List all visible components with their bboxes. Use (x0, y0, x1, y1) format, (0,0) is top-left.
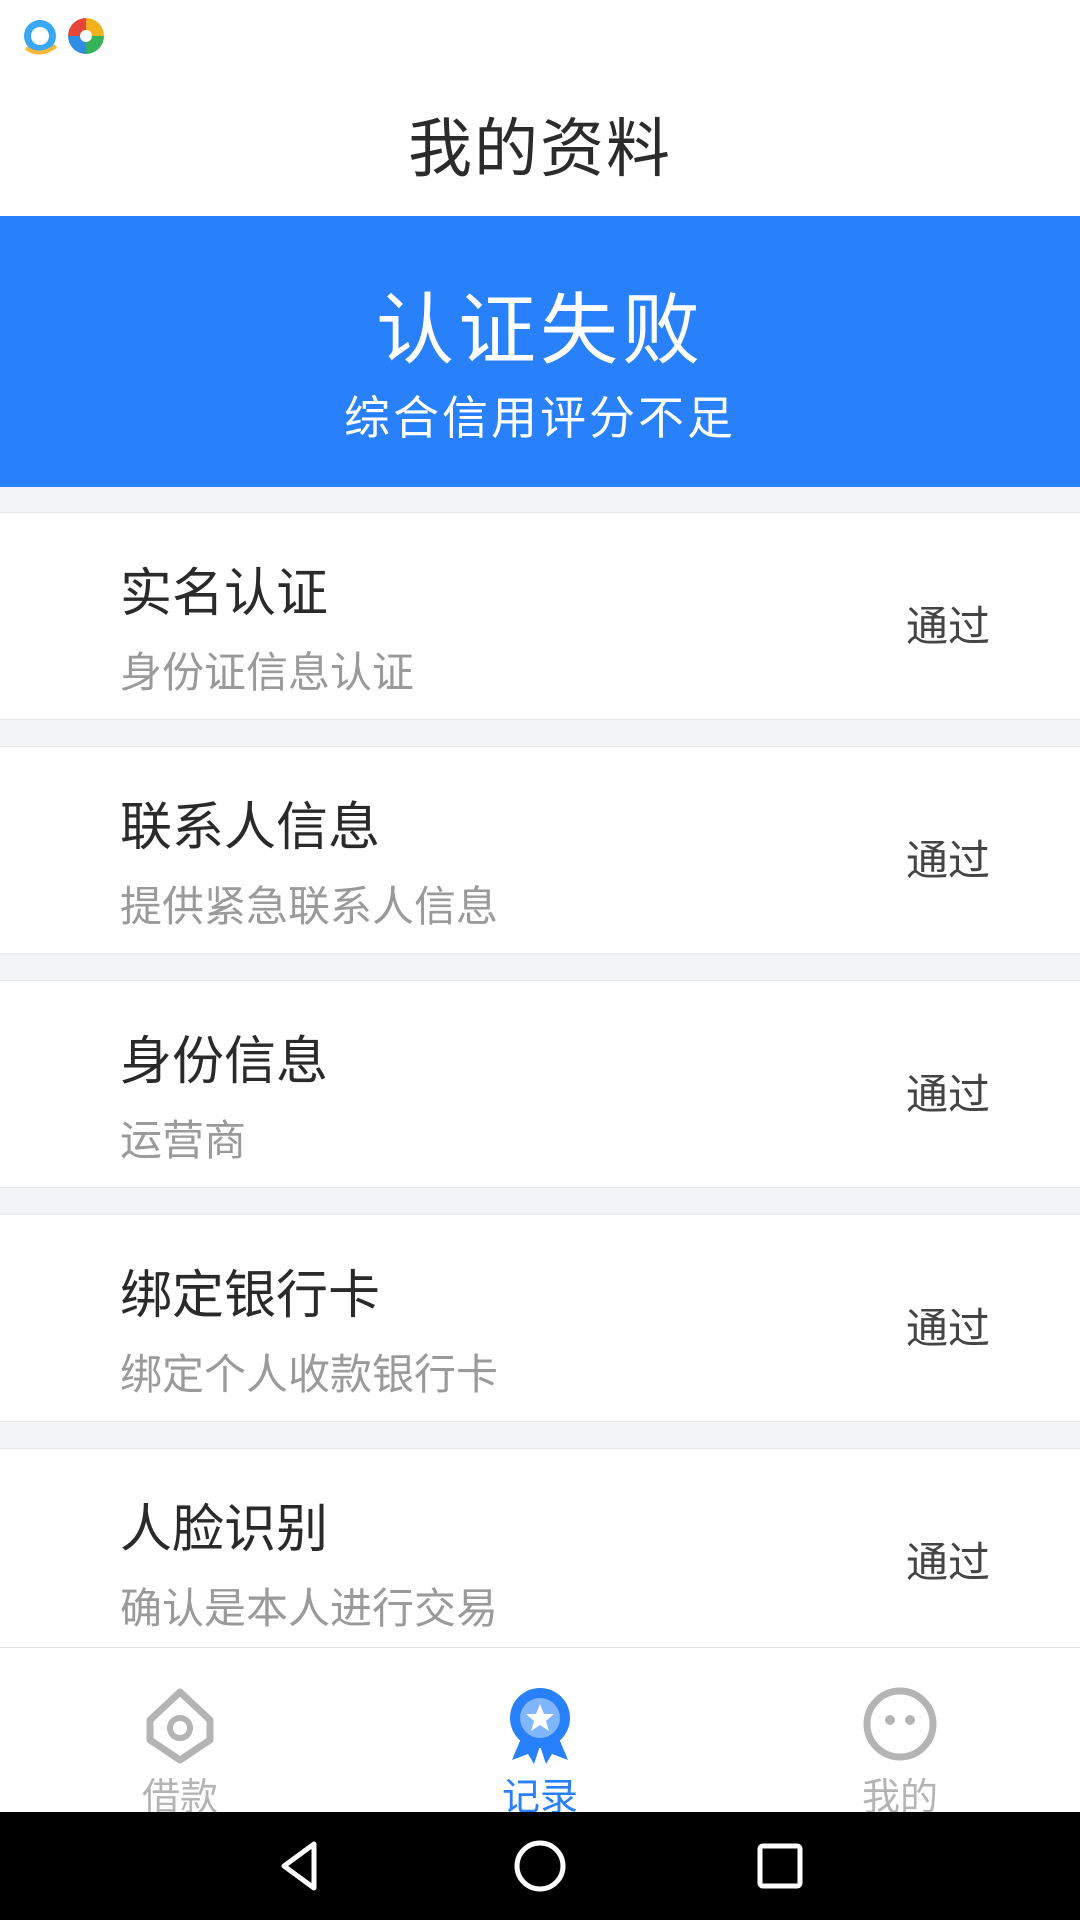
home-icon (140, 1684, 220, 1764)
tab-loan[interactable]: 借款 (0, 1648, 360, 1819)
medal-icon (500, 1684, 580, 1764)
recents-icon[interactable] (750, 1836, 810, 1896)
auth-status-reason: 综合信用评分不足 (344, 391, 736, 445)
tab-mine[interactable]: 我的 (720, 1648, 1080, 1819)
item-description: 运营商 (120, 1116, 247, 1165)
item-title: 身份信息 (120, 1032, 329, 1092)
item-status: 通过 (905, 1538, 990, 1587)
qq-browser-icon (18, 14, 62, 58)
home-circle-icon[interactable] (510, 1836, 570, 1896)
item-description: 绑定个人收款银行卡 (120, 1350, 499, 1399)
item-title: 人脸识别 (120, 1500, 329, 1560)
verification-item-bank-card[interactable]: 绑定银行卡 绑定个人收款银行卡 通过 (0, 1214, 1080, 1422)
verification-list: 实名认证 身份证信息认证 通过 联系人信息 提供紧急联系人信息 通过 身份信息 … (0, 487, 1080, 1647)
pinwheel-app-icon (64, 14, 108, 58)
verification-item-face[interactable]: 人脸识别 确认是本人进行交易 通过 (0, 1448, 1080, 1647)
verification-item-identity[interactable]: 身份信息 运营商 通过 (0, 980, 1080, 1188)
item-description: 确认是本人进行交易 (120, 1584, 499, 1633)
item-title: 联系人信息 (120, 798, 381, 858)
back-icon[interactable] (270, 1836, 330, 1896)
verification-item-real-name[interactable]: 实名认证 身份证信息认证 通过 (0, 512, 1080, 720)
bottom-tab-bar: 借款 记录 我的 (0, 1647, 1080, 1819)
status-bar (0, 0, 1080, 72)
item-status: 通过 (905, 602, 990, 651)
item-status: 通过 (905, 1304, 990, 1353)
page-title: 我的资料 (408, 113, 672, 187)
auth-status-headline: 认证失败 (375, 286, 704, 376)
auth-status-banner: 认证失败 综合信用评分不足 (0, 216, 1080, 487)
item-description: 提供紧急联系人信息 (120, 882, 499, 931)
item-description: 身份证信息认证 (120, 648, 415, 697)
item-status: 通过 (905, 1070, 990, 1119)
title-bar: 我的资料 (0, 72, 1080, 216)
item-status: 通过 (905, 836, 990, 885)
item-title: 绑定银行卡 (120, 1266, 381, 1326)
system-navigation-bar (0, 1812, 1080, 1920)
smiley-icon (860, 1684, 940, 1764)
verification-item-contacts[interactable]: 联系人信息 提供紧急联系人信息 通过 (0, 746, 1080, 954)
tab-records[interactable]: 记录 (360, 1648, 720, 1819)
item-title: 实名认证 (120, 564, 329, 624)
